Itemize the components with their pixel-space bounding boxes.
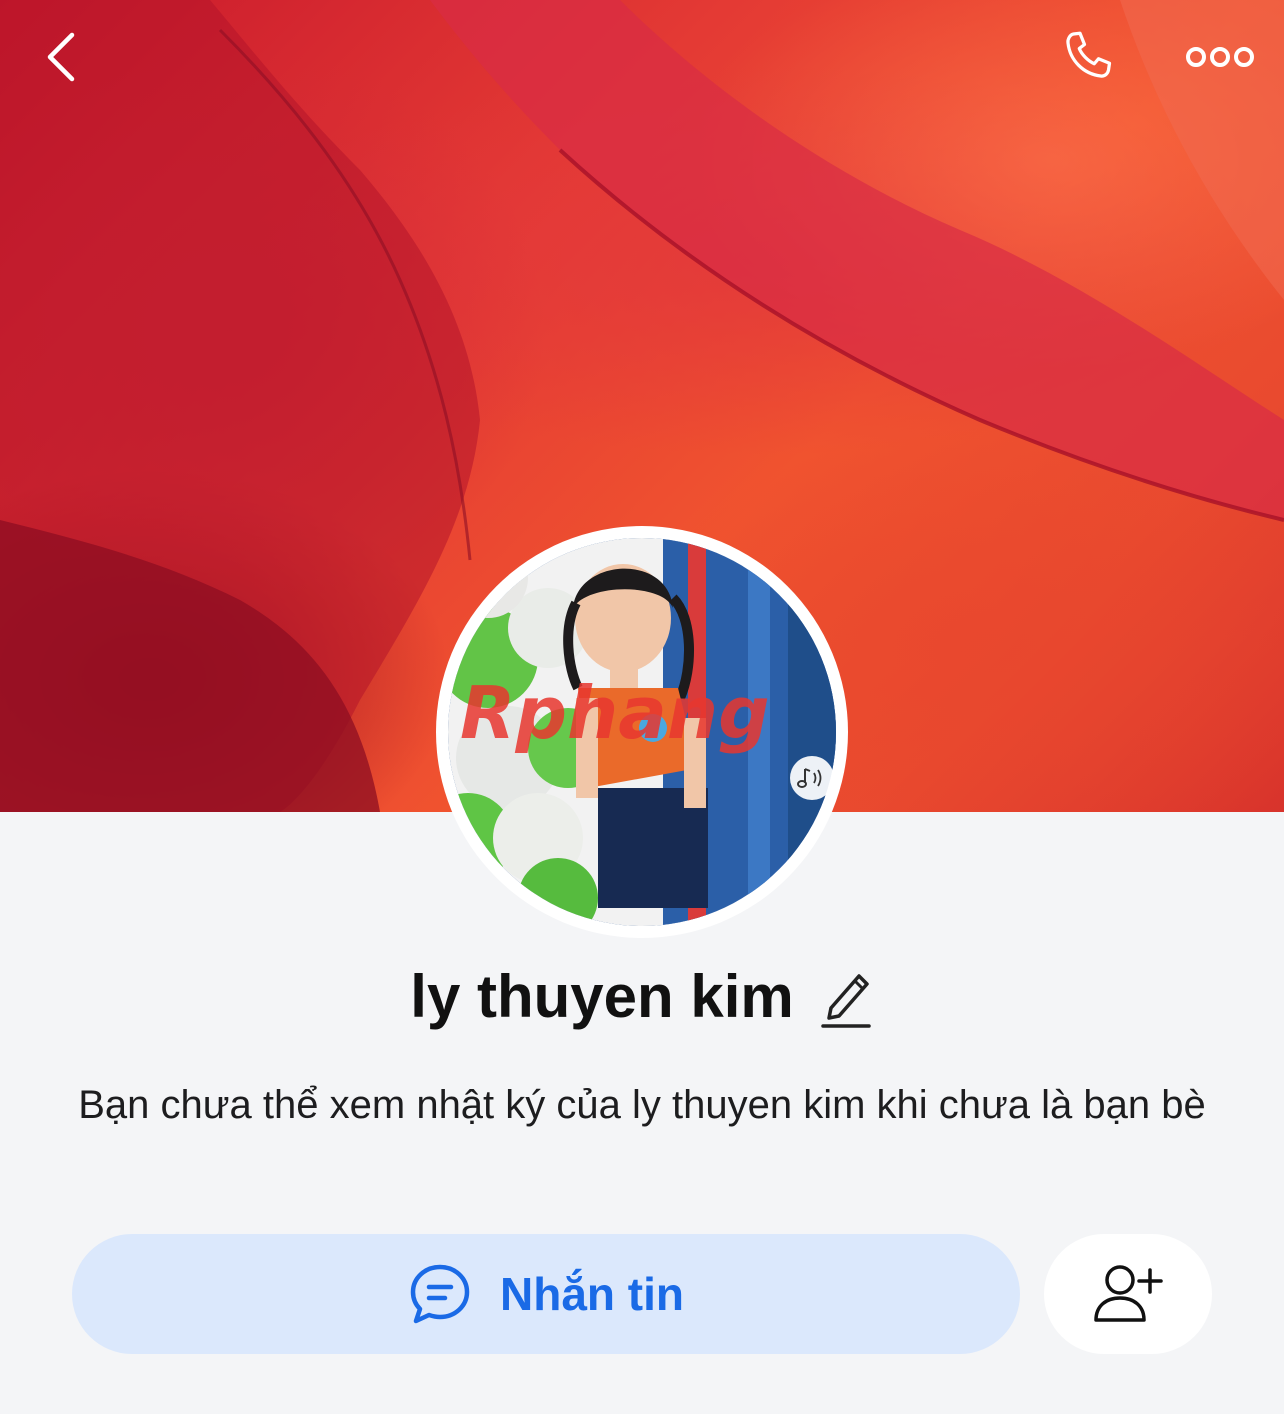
add-friend-button[interactable] (1044, 1234, 1212, 1354)
profile-music-badge[interactable] (790, 756, 834, 800)
call-button[interactable] (1052, 22, 1122, 92)
add-friend-icon (1094, 1265, 1163, 1322)
avatar-photo: Rphang (448, 538, 836, 926)
friend-required-notice: Bạn chưa thể xem nhật ký của ly thuyen k… (78, 1083, 1206, 1127)
back-button[interactable] (30, 22, 94, 92)
profile-name: ly thuyen kim (410, 963, 794, 1030)
more-options-button[interactable] (1180, 22, 1260, 92)
phone-icon (1066, 31, 1112, 78)
chat-bubble-icon (410, 1264, 470, 1324)
send-message-label: Nhắn tin (500, 1268, 684, 1320)
edit-name-button[interactable] (818, 965, 874, 1029)
profile-name-row: ly thuyen kim (0, 962, 1284, 1031)
send-message-button[interactable]: Nhắn tin (72, 1234, 1020, 1354)
chevron-left-icon (47, 32, 75, 82)
avatar-watermark: Rphang (460, 671, 770, 755)
more-horizontal-icon (1186, 47, 1254, 67)
avatar[interactable]: Rphang (448, 538, 836, 926)
pencil-icon (820, 973, 871, 1028)
music-note-icon (797, 768, 822, 788)
